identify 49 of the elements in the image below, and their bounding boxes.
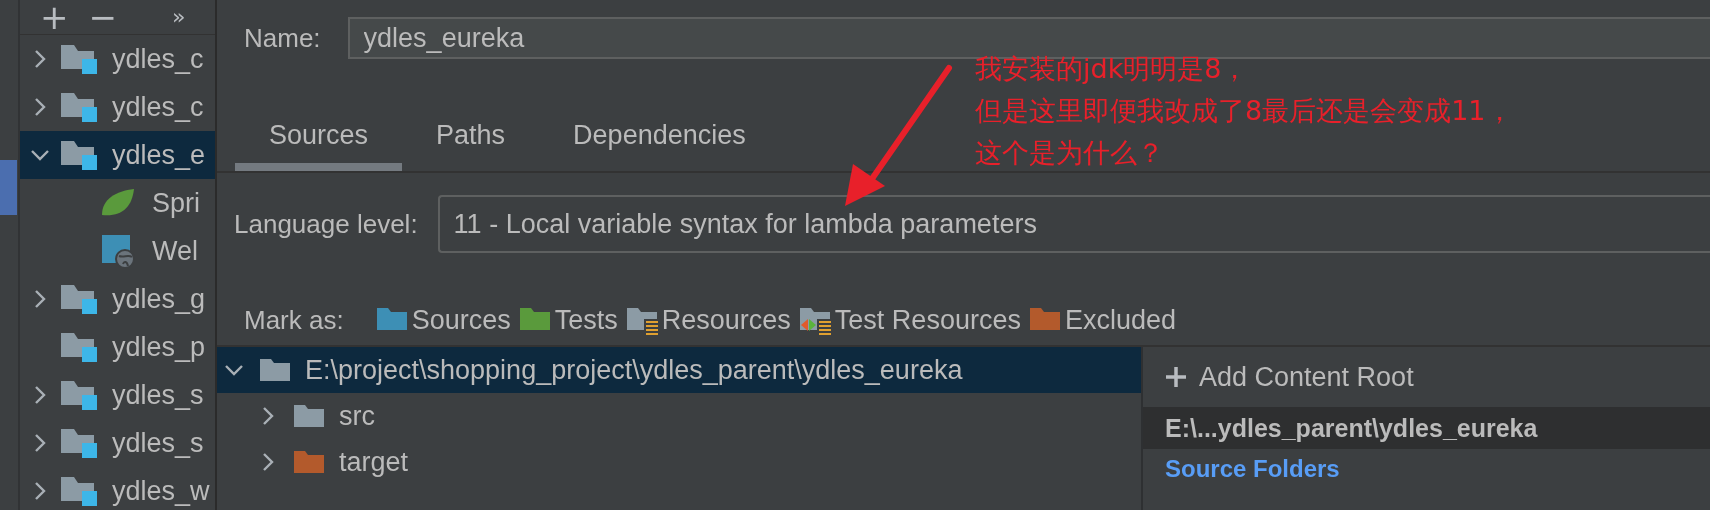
module-tree-item[interactable]: Wel	[20, 227, 215, 275]
module-tree-item[interactable]: ydles_c	[20, 35, 215, 83]
folder-icon	[293, 403, 325, 429]
add-button[interactable]: +	[40, 2, 69, 32]
name-label: Name:	[244, 22, 321, 54]
section-heading: Source Folders	[1164, 454, 1341, 483]
module-tree-item[interactable]: ydles_c	[20, 83, 215, 131]
folder-icon	[798, 305, 833, 335]
selection-marker	[0, 160, 17, 215]
module-tree-item[interactable]: Spri	[20, 179, 215, 227]
module-folder-icon	[60, 139, 98, 171]
language-level-label: Language level:	[234, 208, 418, 240]
folder-icon	[293, 449, 325, 475]
web-globe-icon	[100, 234, 136, 268]
module-tree-item[interactable]: ydles_e	[20, 131, 215, 179]
tab[interactable]: Sources	[235, 108, 403, 171]
module-tree-item[interactable]: ydles_g	[20, 275, 215, 323]
module-folder-icon	[60, 379, 98, 411]
mark-as-button[interactable]: Resources	[621, 304, 795, 336]
module-tree-item[interactable]: ydles_w	[20, 467, 215, 510]
plus-icon	[1165, 366, 1187, 388]
content-tree-item[interactable]: E:\project\shopping_project\ydles_parent\ydles_eureka	[217, 347, 1141, 393]
remove-button[interactable]: −	[88, 2, 117, 32]
module-folder-icon	[60, 475, 98, 507]
language-level-dropdown[interactable]: 11 - Local variable syntax for lambda parameters	[437, 195, 1710, 253]
mark-as-label: Mark as:	[244, 304, 344, 336]
content-tree-item[interactable]: target	[217, 439, 1141, 485]
annotation-text: 这个是为什么？	[975, 136, 1165, 170]
more-button[interactable]: »	[172, 2, 186, 32]
module-folder-icon	[60, 427, 98, 459]
folder-icon	[625, 305, 660, 335]
content-tree-item[interactable]: src	[217, 393, 1141, 439]
mark-as-button[interactable]: Sources	[371, 304, 515, 336]
module-folder-icon	[60, 91, 98, 123]
module-tree-item[interactable]: ydles_s	[20, 419, 215, 467]
module-tree-item[interactable]: ydles_s	[20, 371, 215, 419]
mark-as-button[interactable]: Excluded	[1024, 304, 1180, 336]
module-folder-icon	[60, 283, 98, 315]
module-folder-icon	[60, 43, 98, 75]
add-content-root-button[interactable]: Add Content Root	[1143, 347, 1436, 407]
content-root-path[interactable]: E:\...ydles_parent\ydles_eureka	[1143, 407, 1710, 449]
mark-as-button[interactable]: Test Resources	[794, 304, 1025, 336]
annotation-text: 但是这里即便我改成了8最后还是会变成11，	[975, 94, 1513, 128]
folder-icon	[259, 357, 291, 383]
module-folder-icon	[60, 331, 98, 363]
module-tree-item[interactable]: ydles_p	[20, 323, 215, 371]
mark-as-button[interactable]: Tests	[514, 304, 622, 336]
tab[interactable]: Dependencies	[539, 108, 780, 171]
tab[interactable]: Paths	[402, 108, 540, 171]
